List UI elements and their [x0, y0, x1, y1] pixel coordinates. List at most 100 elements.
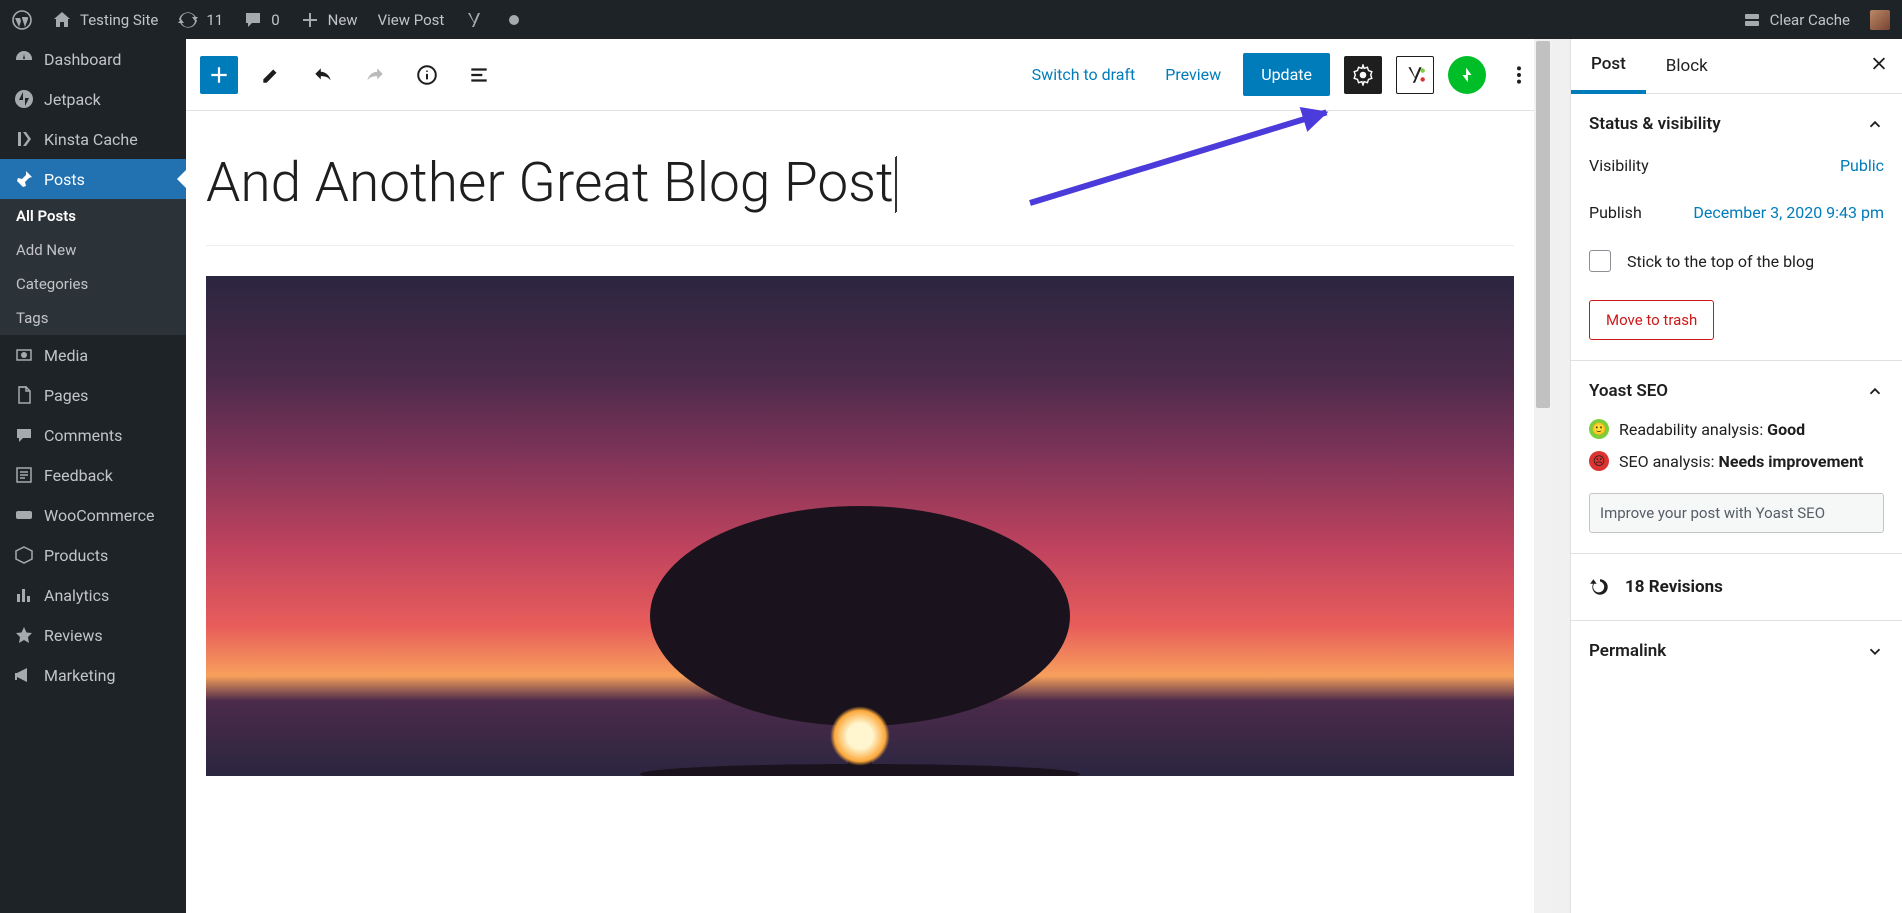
seo-value: Needs improvement	[1719, 452, 1864, 471]
visibility-value-button[interactable]: Public	[1840, 156, 1884, 175]
clear-cache-label: Clear Cache	[1770, 11, 1850, 29]
form-icon	[14, 465, 34, 485]
dashboard-icon	[14, 49, 34, 69]
sidebar-item-label: Pages	[44, 386, 88, 405]
submenu-categories[interactable]: Categories	[0, 267, 186, 301]
switch-to-draft-button[interactable]: Switch to draft	[1024, 65, 1144, 84]
sidebar-item-posts[interactable]: Posts	[0, 159, 186, 199]
undo-button[interactable]	[304, 56, 342, 94]
revisions-label: 18 Revisions	[1625, 577, 1723, 597]
readability-prefix: Readability analysis:	[1619, 420, 1767, 439]
info-button[interactable]	[408, 56, 446, 94]
pin-icon	[14, 169, 34, 189]
pencil-icon	[260, 64, 282, 86]
redo-button[interactable]	[356, 56, 394, 94]
publish-value-button[interactable]: December 3, 2020 9:43 pm	[1693, 203, 1884, 222]
status-panel-title: Status & visibility	[1589, 114, 1721, 134]
yoast-icon	[1404, 64, 1426, 86]
yoast-adminbar[interactable]	[464, 10, 484, 30]
sticky-label: Stick to the top of the blog	[1627, 252, 1814, 271]
settings-button[interactable]	[1344, 56, 1382, 94]
comment-icon	[243, 10, 263, 30]
status-dot[interactable]	[504, 10, 524, 30]
updates-menu[interactable]: 11	[178, 10, 223, 30]
kebab-icon	[1508, 64, 1530, 86]
yoast-editor-button[interactable]	[1396, 56, 1434, 94]
comments-icon	[14, 425, 34, 445]
sidebar-item-products[interactable]: Products	[0, 535, 186, 575]
sidebar-item-comments[interactable]: Comments	[0, 415, 186, 455]
add-block-button[interactable]	[200, 56, 238, 94]
sidebar-item-kinsta[interactable]: Kinsta Cache	[0, 119, 186, 159]
updates-count: 11	[206, 11, 223, 29]
sticky-checkbox[interactable]	[1589, 250, 1611, 272]
revisions-button[interactable]: 18 Revisions	[1571, 554, 1902, 621]
sidebar-item-jetpack[interactable]: Jetpack	[0, 79, 186, 119]
submenu-all-posts[interactable]: All Posts	[0, 199, 186, 233]
bar-chart-icon	[14, 585, 34, 605]
wordpress-icon	[12, 10, 32, 30]
post-title-input[interactable]: And Another Great Blog Post	[206, 151, 1514, 246]
sidebar-item-label: Marketing	[44, 666, 115, 685]
site-menu[interactable]: Testing Site	[52, 10, 158, 30]
sidebar-item-label: Kinsta Cache	[44, 130, 138, 149]
clear-cache-menu[interactable]: Clear Cache	[1742, 10, 1850, 30]
submenu-tags[interactable]: Tags	[0, 301, 186, 335]
sidebar-item-pages[interactable]: Pages	[0, 375, 186, 415]
status-visibility-panel: Status & visibility Visibility Public Pu…	[1571, 94, 1902, 361]
sidebar-item-label: Media	[44, 346, 88, 365]
star-icon	[14, 625, 34, 645]
sidebar-item-dashboard[interactable]: Dashboard	[0, 39, 186, 79]
yoast-icon	[464, 10, 484, 30]
wp-adminbar: Testing Site 11 0 New View Post Clear Ca…	[0, 0, 1902, 39]
sidebar-item-label: Jetpack	[44, 90, 101, 109]
wp-logo-menu[interactable]	[12, 10, 32, 30]
sidebar-item-analytics[interactable]: Analytics	[0, 575, 186, 615]
status-panel-toggle[interactable]: Status & visibility	[1589, 114, 1884, 134]
yoast-panel-toggle[interactable]: Yoast SEO	[1589, 381, 1884, 401]
account-menu[interactable]	[1870, 10, 1890, 30]
sidebar-item-reviews[interactable]: Reviews	[0, 615, 186, 655]
permalink-panel-toggle[interactable]: Permalink	[1589, 641, 1884, 661]
submenu-add-new[interactable]: Add New	[0, 233, 186, 267]
sidebar-item-label: Analytics	[44, 586, 109, 605]
image-block[interactable]	[206, 276, 1514, 776]
editor-scrollbar[interactable]	[1534, 39, 1552, 913]
seo-analysis-row: ☹ SEO analysis: Needs improvement	[1589, 451, 1884, 471]
sidebar-item-label: Posts	[44, 170, 85, 189]
close-inspector-button[interactable]	[1870, 54, 1888, 79]
post-title-text: And Another Great Blog Post	[206, 151, 894, 215]
move-to-trash-button[interactable]: Move to trash	[1589, 300, 1714, 340]
improve-seo-button[interactable]: Improve your post with Yoast SEO	[1589, 493, 1884, 533]
sidebar-item-label: Products	[44, 546, 108, 565]
comments-menu[interactable]: 0	[243, 10, 279, 30]
tab-post[interactable]: Post	[1571, 39, 1646, 94]
avatar-thumb	[1870, 10, 1890, 30]
sidebar-item-feedback[interactable]: Feedback	[0, 455, 186, 495]
view-post-link[interactable]: View Post	[378, 11, 445, 29]
chevron-up-icon	[1866, 115, 1884, 133]
sun-glow	[830, 706, 890, 766]
sidebar-item-media[interactable]: Media	[0, 335, 186, 375]
update-button[interactable]: Update	[1243, 53, 1330, 96]
sidebar-item-woocommerce[interactable]: WooCommerce	[0, 495, 186, 535]
preview-button[interactable]: Preview	[1157, 65, 1229, 84]
gear-icon	[1352, 64, 1374, 86]
sidebar-item-label: Comments	[44, 426, 122, 445]
outline-button[interactable]	[460, 56, 498, 94]
publish-label: Publish	[1589, 203, 1642, 222]
bolt-icon	[1458, 66, 1476, 84]
new-content-menu[interactable]: New	[300, 10, 358, 30]
sticky-row: Stick to the top of the blog	[1589, 250, 1884, 272]
jetpack-editor-button[interactable]	[1448, 56, 1486, 94]
seo-prefix: SEO analysis:	[1619, 452, 1719, 471]
sidebar-item-marketing[interactable]: Marketing	[0, 655, 186, 695]
plus-icon	[208, 64, 230, 86]
permalink-title: Permalink	[1589, 641, 1666, 661]
more-menu-button[interactable]	[1500, 56, 1538, 94]
tab-block[interactable]: Block	[1646, 40, 1728, 92]
tools-button[interactable]	[252, 56, 290, 94]
kinsta-icon	[14, 129, 34, 149]
scrollbar-thumb[interactable]	[1536, 41, 1550, 408]
site-title: Testing Site	[80, 11, 158, 29]
